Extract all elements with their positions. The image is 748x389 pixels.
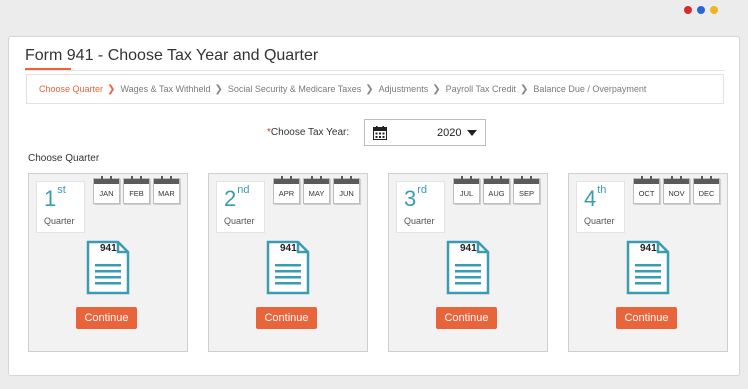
breadcrumb-payroll-tax-credit[interactable]: Payroll Tax Credit ❯	[446, 84, 534, 95]
continue-button-q3[interactable]: Continue	[436, 307, 497, 329]
month-calendar-icon: JUL	[453, 176, 480, 204]
red-dot-icon[interactable]	[684, 6, 692, 14]
quarter-number-badge: 4th Quarter	[576, 181, 625, 233]
breadcrumb-social-security-medicare[interactable]: Social Security & Medicare Taxes ❯	[228, 84, 379, 95]
month-calendar-icon: DEC	[693, 176, 720, 204]
chevron-right-icon: ❯	[214, 83, 223, 95]
month-calendar-icon: FEB	[123, 176, 150, 204]
continue-button-q4[interactable]: Continue	[616, 307, 677, 329]
tax-year-label: *Choose Tax Year:	[267, 127, 350, 138]
month-calendar-icon: OCT	[633, 176, 660, 204]
yellow-dot-icon[interactable]	[710, 6, 718, 14]
quarter-card-3: 3rd Quarter JUL AUG SEP 941 Continue	[388, 173, 548, 352]
chevron-right-icon: ❯	[107, 83, 116, 95]
chevron-right-icon: ❯	[365, 83, 374, 95]
breadcrumb-wages-tax-withheld[interactable]: Wages & Tax Withheld ❯	[120, 84, 227, 95]
month-calendar-icon: JAN	[93, 176, 120, 204]
quarter-number-badge: 2nd Quarter	[216, 181, 265, 233]
blue-dot-icon[interactable]	[697, 6, 705, 14]
window-dots	[684, 6, 718, 14]
month-calendar-icon: SEP	[513, 176, 540, 204]
tax-year-select[interactable]: 2020	[364, 119, 486, 146]
month-calendars: JUL AUG SEP	[453, 176, 540, 204]
browser-topbar	[0, 0, 748, 22]
month-calendar-icon: JUN	[333, 176, 360, 204]
form-card: Form 941 - Choose Tax Year and Quarter C…	[8, 36, 740, 376]
page-title: Form 941 - Choose Tax Year and Quarter	[25, 47, 319, 64]
breadcrumb-choose-quarter[interactable]: Choose Quarter ❯	[39, 84, 120, 95]
breadcrumb-adjustments[interactable]: Adjustments ❯	[379, 84, 446, 95]
form-941-document-icon: 941	[626, 240, 670, 295]
quarter-number-badge: 3rd Quarter	[396, 181, 445, 233]
month-calendars: OCT NOV DEC	[633, 176, 720, 204]
chevron-right-icon: ❯	[432, 83, 441, 95]
form-941-document-icon: 941	[446, 240, 490, 295]
month-calendar-icon: NOV	[663, 176, 690, 204]
month-calendars: APR MAY JUN	[273, 176, 360, 204]
continue-button-q2[interactable]: Continue	[256, 307, 317, 329]
quarter-card-2: 2nd Quarter APR MAY JUN 941 Continue	[208, 173, 368, 352]
month-calendar-icon: AUG	[483, 176, 510, 204]
month-calendar-icon: APR	[273, 176, 300, 204]
form-941-document-icon: 941	[86, 240, 130, 295]
month-calendars: JAN FEB MAR	[93, 176, 180, 204]
chevron-right-icon: ❯	[519, 83, 529, 95]
calendar-icon	[373, 126, 387, 140]
breadcrumb-balance-due-overpayment[interactable]: Balance Due / Overpayment	[533, 84, 646, 94]
month-calendar-icon: MAY	[303, 176, 330, 204]
continue-button-q1[interactable]: Continue	[76, 307, 137, 329]
quarter-number-badge: 1st Quarter	[36, 181, 85, 233]
breadcrumb: Choose Quarter ❯ Wages & Tax Withheld ❯ So…	[26, 74, 724, 104]
month-calendar-icon: MAR	[153, 176, 180, 204]
form-941-document-icon: 941	[266, 240, 310, 295]
title-divider	[25, 70, 725, 71]
choose-quarter-label: Choose Quarter	[28, 153, 100, 164]
tax-year-row: *Choose Tax Year: 2020	[9, 119, 741, 146]
caret-down-icon	[467, 130, 477, 136]
quarter-card-1: 1st Quarter JAN FEB MAR 941 Continue	[28, 173, 188, 352]
quarter-card-4: 4th Quarter OCT NOV DEC 941 Continue	[568, 173, 728, 352]
tax-year-value: 2020	[437, 127, 462, 139]
